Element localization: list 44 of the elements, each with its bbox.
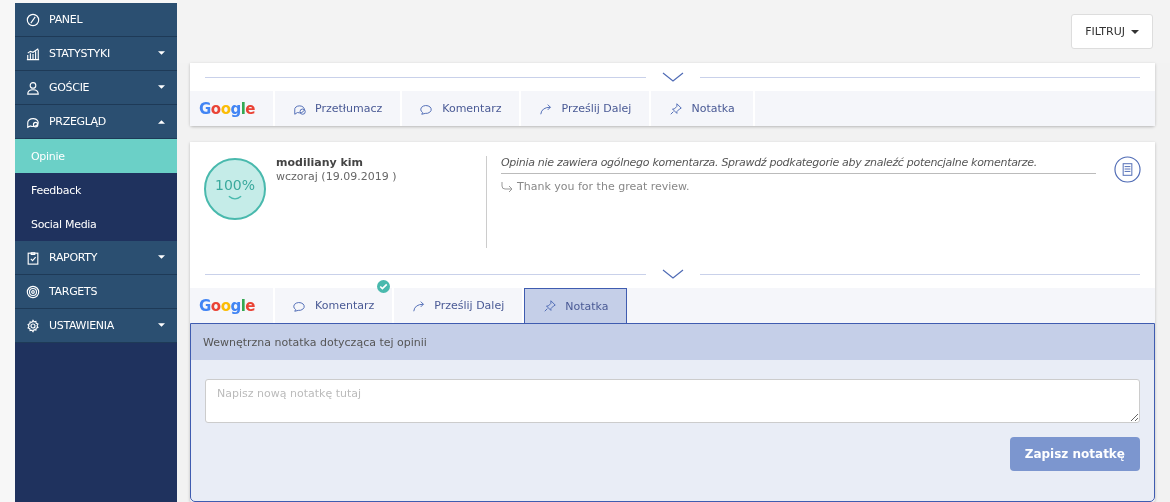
- submenu-item[interactable]: Feedback: [15, 173, 177, 207]
- sidebar-item[interactable]: STATYSTYKI: [15, 37, 177, 71]
- curved-arrow-icon: [539, 101, 554, 116]
- reply-arrow-icon: [501, 181, 513, 192]
- score-badge: 100%: [204, 158, 266, 220]
- menu-label: PANEL: [49, 13, 84, 26]
- clipboard-icon: [26, 250, 40, 265]
- google-logo: Google: [190, 91, 276, 126]
- author-name: modiliany kim: [276, 156, 364, 169]
- sidebar-item[interactable]: PRZEGLĄD: [15, 105, 177, 139]
- menu-label: GOŚCIE: [49, 81, 91, 94]
- action-tab[interactable]: Komentarz: [402, 91, 522, 126]
- curved-arrow-icon: [412, 298, 427, 313]
- chart-icon: [26, 46, 40, 61]
- menu-label: USTAWIENIA: [49, 319, 115, 332]
- action-tab[interactable]: Przetłumacz: [275, 91, 403, 126]
- document-icon[interactable]: [1114, 156, 1141, 183]
- sidebar-item[interactable]: GOŚCIE: [15, 71, 177, 105]
- note-input-field[interactable]: Napisz nową notatkę tutaj: [205, 379, 1140, 423]
- menu-label: STATYSTYKI: [49, 47, 111, 60]
- review-comment: Opinia nie zawiera ogólnego komentarza. Sprawdź podkategorie aby znaleźć potencjalne komentarze.: [501, 156, 1096, 174]
- note-title: Wewnętrzna notatka dotycząca tej opinii: [191, 324, 1154, 360]
- pin-icon: [543, 299, 558, 313]
- person-icon: [26, 80, 40, 95]
- menu-label: PRZEGLĄD: [49, 115, 107, 128]
- compass-icon: [26, 12, 40, 27]
- sidebar-item[interactable]: RAPORTY: [15, 241, 177, 275]
- chevron-down-icon[interactable]: [661, 269, 684, 279]
- action-tab[interactable]: Notatka: [651, 91, 755, 126]
- pin-icon: [669, 101, 684, 116]
- action-tab[interactable]: Prześlij Dalej: [521, 91, 652, 126]
- gear-icon: [26, 318, 40, 333]
- sidebar-item[interactable]: USTAWIENIA: [15, 309, 177, 343]
- sidebar-item[interactable]: PANEL: [15, 3, 177, 37]
- submenu-item[interactable]: Social Media: [15, 207, 177, 241]
- review-date: wczoraj (19.09.2019 ): [276, 170, 398, 183]
- menu-label: RAPORTY: [49, 251, 99, 264]
- reply-text: Thank you for the great review.: [517, 180, 690, 193]
- sidebar-item[interactable]: TARGETS: [15, 275, 177, 309]
- menu-label: TARGETS: [49, 285, 99, 298]
- filter-button[interactable]: FILTRUJ: [1071, 14, 1153, 49]
- target-icon: [26, 284, 40, 299]
- action-tab[interactable]: Notatka: [524, 288, 628, 323]
- chevron-down-icon[interactable]: [661, 72, 684, 82]
